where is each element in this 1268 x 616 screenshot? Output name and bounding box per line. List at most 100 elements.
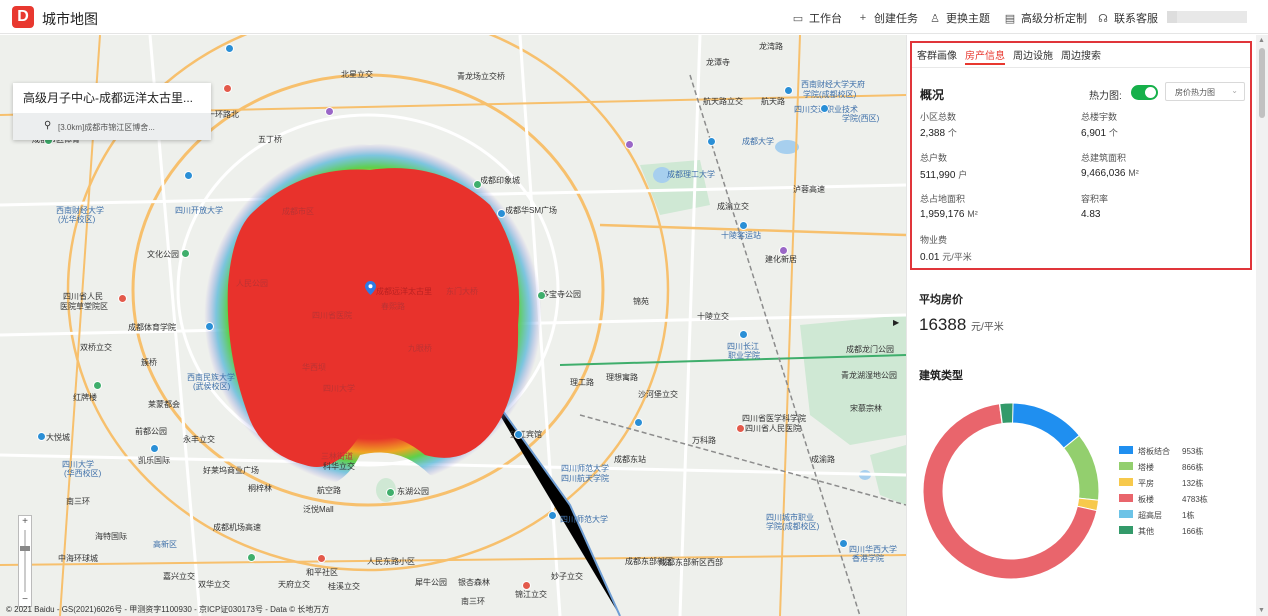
- poi-marker-icon[interactable]: [93, 381, 102, 390]
- nav-change-theme[interactable]: ♙ 更换主题: [929, 11, 990, 26]
- zoom-in-button[interactable]: +: [19, 516, 31, 528]
- legend-label: 塔楼: [1138, 463, 1154, 472]
- map-place-label: 双华立交: [198, 580, 230, 589]
- address-suggestion[interactable]: [3.0km]成都市锦江区博舍...: [13, 113, 211, 140]
- map-place-label: 成都东部新区西部: [659, 558, 723, 567]
- poi-marker-icon[interactable]: [522, 581, 531, 590]
- zoom-control[interactable]: + −: [18, 515, 32, 607]
- document-icon: ▤: [1004, 12, 1016, 25]
- donut-slice-1[interactable]: [1063, 434, 1100, 501]
- map-place-label: 高新区: [153, 540, 177, 549]
- poi-marker-icon[interactable]: [707, 137, 716, 146]
- nav-advanced-analysis[interactable]: ▤ 高级分析定制: [1004, 11, 1087, 26]
- map-place-label: 北星立交: [341, 70, 373, 79]
- tab-property-info[interactable]: 房产信息: [965, 47, 1005, 65]
- map-place-label: 天府立交: [278, 580, 310, 589]
- poi-marker-icon[interactable]: [625, 140, 634, 149]
- poi-marker-icon[interactable]: [223, 84, 232, 93]
- plus-icon: +: [859, 12, 867, 24]
- map-place-label: 航天路: [761, 97, 785, 106]
- map-place-label: 理工路: [570, 378, 594, 387]
- poi-marker-icon[interactable]: [739, 221, 748, 230]
- poi-marker-icon[interactable]: [184, 171, 193, 180]
- poi-marker-icon[interactable]: [37, 432, 46, 441]
- donut-slice-0[interactable]: [1011, 402, 1080, 449]
- poi-marker-icon[interactable]: [634, 418, 643, 427]
- map-place-label: 簇桥: [141, 358, 157, 367]
- location-pin-icon[interactable]: [365, 281, 376, 295]
- map-place-label: 成渝路: [811, 455, 835, 464]
- collapse-panel-icon[interactable]: ▶: [893, 318, 899, 327]
- stat-value: 0.01 元/平米: [920, 252, 972, 263]
- poi-marker-icon[interactable]: [150, 444, 159, 453]
- nav-create-task[interactable]: + 创建任务: [857, 11, 918, 25]
- map-place-label: (武侯校区): [193, 382, 231, 391]
- heatmap-toggle[interactable]: [1131, 85, 1158, 100]
- legend-label: 超高层: [1138, 511, 1162, 520]
- poi-marker-icon[interactable]: [839, 539, 848, 548]
- poi-marker-icon[interactable]: [514, 430, 523, 439]
- legend-item[interactable]: 塔楼 866栋: [1119, 461, 1249, 477]
- zoom-slider-handle[interactable]: [20, 546, 30, 551]
- heatmap-select-value: 房价热力图: [1175, 88, 1215, 97]
- map-place-label: 好莱坞商业广场: [203, 466, 259, 475]
- poi-marker-icon[interactable]: [537, 291, 546, 300]
- user-account[interactable]: [1167, 11, 1247, 23]
- nav-contact-support[interactable]: ☊ 联系客服: [1097, 11, 1158, 26]
- heatmap-type-select[interactable]: 房价热力图 ⌄: [1165, 82, 1245, 101]
- poi-marker-icon[interactable]: [325, 107, 334, 116]
- poi-marker-icon[interactable]: [225, 44, 234, 53]
- poi-marker-icon[interactable]: [247, 553, 256, 562]
- legend-item[interactable]: 平房 132栋: [1119, 477, 1249, 493]
- tab-nearby-facilities[interactable]: 周边设施: [1013, 47, 1053, 65]
- map-canvas[interactable]: 成都市区 人民公园 四川省医院 春熙路 华西坝 四川大学 九眼桥 三林街道 东门大桥 北星立交青…: [0, 35, 906, 616]
- legend-item[interactable]: 塔板结合 953栋: [1119, 445, 1249, 461]
- nav-workbench[interactable]: ▭ 工作台: [792, 11, 842, 26]
- poi-marker-icon[interactable]: [205, 322, 214, 331]
- zoom-slider-track[interactable]: [24, 530, 26, 592]
- scroll-down-icon[interactable]: ▼: [1258, 607, 1265, 614]
- legend-value: 132栋: [1182, 479, 1204, 488]
- heat-area-label: 四川省医院: [312, 311, 352, 320]
- scroll-thumb[interactable]: [1259, 48, 1265, 118]
- poi-marker-icon[interactable]: [473, 180, 482, 189]
- tab-nearby-search[interactable]: 周边搜索: [1061, 47, 1101, 65]
- poi-marker-icon[interactable]: [317, 554, 326, 563]
- poi-marker-icon[interactable]: [386, 488, 395, 497]
- legend-item[interactable]: 超高层 1栋: [1119, 509, 1249, 525]
- app-logo[interactable]: D: [12, 6, 34, 28]
- poi-marker-icon[interactable]: [118, 294, 127, 303]
- poi-marker-icon[interactable]: [736, 424, 745, 433]
- map-place-label: 东湖公园: [397, 487, 429, 496]
- map-place-label: 成都华SM广场: [505, 206, 557, 215]
- stat-label: 总户数: [920, 153, 948, 163]
- poi-marker-icon[interactable]: [784, 86, 793, 95]
- map-place-label: 和平社区: [306, 568, 338, 577]
- legend-item[interactable]: 其他 166栋: [1119, 525, 1249, 541]
- legend-value: 1栋: [1182, 511, 1195, 520]
- scroll-up-icon[interactable]: ▲: [1258, 37, 1265, 44]
- poi-marker-icon[interactable]: [548, 511, 557, 520]
- poi-marker-icon[interactable]: [779, 246, 788, 255]
- building-type-title: 建筑类型: [919, 370, 963, 382]
- map-place-label: 宋慕宗林: [850, 404, 882, 413]
- map-place-label: 成都体育学院: [128, 323, 176, 332]
- address-title: 高级月子中心-成都远洋太古里...: [23, 91, 193, 105]
- legend-item[interactable]: 板楼 4783栋: [1119, 493, 1249, 509]
- poi-marker-icon[interactable]: [497, 209, 506, 218]
- address-search-box[interactable]: 高级月子中心-成都远洋太古里... [3.0km]成都市锦江区博舍... ⚲: [13, 83, 211, 140]
- tab-customer-profile[interactable]: 客群画像: [917, 47, 957, 65]
- map-place-label: 成都龙门公园: [846, 345, 894, 354]
- map-place-label: 桐梓林: [248, 484, 272, 493]
- map-place-label: 桂溪立交: [328, 582, 360, 591]
- info-panel: 客群画像 房产信息 周边设施 周边搜索 概况 热力图: 房价热力图 ⌄ 小区总数…: [906, 35, 1256, 616]
- top-header: D 城市地图 ▭ 工作台 + 创建任务 ♙ 更换主题 ▤ 高级分析定制 ☊ 联系…: [0, 0, 1268, 34]
- panel-scrollbar[interactable]: ▲ ▼: [1256, 35, 1268, 616]
- poi-marker-icon[interactable]: [181, 249, 190, 258]
- map-place-label: 西南民族大学: [187, 373, 235, 382]
- poi-marker-icon[interactable]: [739, 330, 748, 339]
- map-place-label: 红牌楼: [73, 393, 97, 402]
- donut-slice-5[interactable]: [999, 402, 1014, 425]
- poi-marker-icon[interactable]: [820, 104, 829, 113]
- map-place-label: 四川城市职业: [766, 513, 814, 522]
